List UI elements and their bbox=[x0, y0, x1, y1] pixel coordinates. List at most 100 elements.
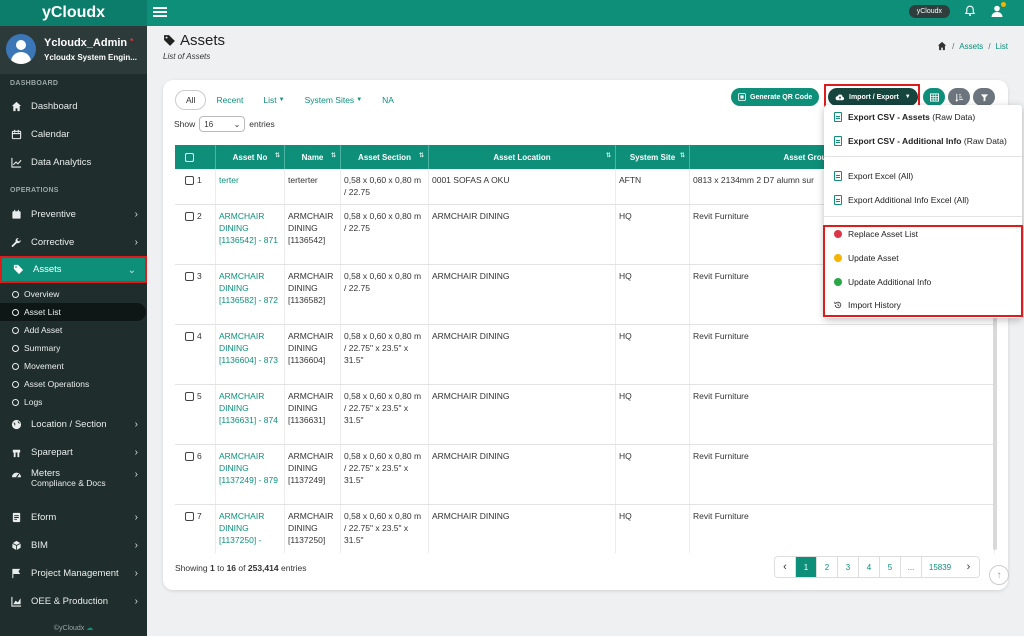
tab-na[interactable]: NA bbox=[372, 90, 404, 110]
menu-divider bbox=[824, 216, 1022, 217]
column-view-button[interactable] bbox=[923, 88, 945, 106]
cell-asset-no[interactable]: ARMCHAIR DINING [1137250] - bbox=[216, 505, 285, 553]
sort-button[interactable] bbox=[948, 88, 970, 106]
breadcrumb-list[interactable]: List bbox=[996, 42, 1008, 51]
sidebar-subitem-overview[interactable]: Overview bbox=[0, 285, 147, 303]
table-row[interactable]: 7 ARMCHAIR DINING [1137250] - ARMCHAIR DIN… bbox=[175, 505, 995, 553]
cell-site: HQ bbox=[616, 385, 690, 444]
row-checkbox[interactable] bbox=[185, 332, 194, 342]
menu-toggle-icon[interactable] bbox=[153, 5, 167, 19]
tab-system-sites[interactable]: System Sites ▼ bbox=[295, 90, 373, 110]
circle-icon bbox=[12, 326, 19, 334]
cell-asset-no[interactable]: ARMCHAIR DINING [1136631] - 874 bbox=[216, 385, 285, 444]
cell-section: 0,58 x 0,60 x 0,80 m / 22.75 bbox=[341, 169, 429, 204]
page-button[interactable]: 5 bbox=[880, 557, 901, 577]
row-select: 5 bbox=[175, 385, 216, 444]
page-length-select[interactable]: 16 ⌄ bbox=[199, 116, 246, 132]
prev-page-button[interactable]: ‹ bbox=[775, 557, 796, 577]
cell-site: HQ bbox=[616, 445, 690, 504]
bell-icon[interactable] bbox=[964, 5, 976, 17]
page-button[interactable]: 15839 bbox=[922, 557, 958, 577]
cell-asset-no[interactable]: ARMCHAIR DINING [1137249] - 879 bbox=[216, 445, 285, 504]
page-button[interactable]: 2 bbox=[817, 557, 838, 577]
cell-asset-no[interactable]: ARMCHAIR DINING [1136604] - 873 bbox=[216, 325, 285, 384]
page-button[interactable]: 4 bbox=[859, 557, 880, 577]
sidebar-item-compliance[interactable]: Compliance & Docs bbox=[0, 478, 147, 492]
cell-name: ARMCHAIR DINING [1136604] bbox=[285, 325, 341, 384]
sidebar-item-assets[interactable]: Assets ⌄ bbox=[0, 256, 147, 283]
calendar-check-icon bbox=[10, 208, 22, 220]
circle-icon bbox=[12, 362, 19, 370]
scroll-top-button[interactable]: ↑ bbox=[989, 565, 1009, 585]
row-index: 4 bbox=[197, 331, 202, 341]
row-checkbox[interactable] bbox=[185, 212, 194, 222]
sidebar-subitem-summary[interactable]: Summary bbox=[0, 339, 147, 357]
filter-button[interactable] bbox=[973, 88, 995, 106]
table-row[interactable]: 6 ARMCHAIR DINING [1137249] - 879 ARMCHAIR… bbox=[175, 445, 995, 505]
sidebar-subitem-asset-list[interactable]: Asset List bbox=[0, 303, 146, 321]
sidebar-item-calendar[interactable]: Calendar bbox=[0, 121, 147, 147]
sidebar-item-sparepart[interactable]: Sparepart › bbox=[0, 439, 147, 465]
user-menu-icon[interactable] bbox=[990, 2, 1006, 18]
select-all-checkbox[interactable] bbox=[175, 145, 216, 169]
table-row[interactable]: 4 ARMCHAIR DINING [1136604] - 873 ARMCHAIR… bbox=[175, 325, 995, 385]
page-title: Assets bbox=[163, 32, 225, 49]
sidebar-subitem-add-asset[interactable]: Add Asset bbox=[0, 321, 147, 339]
menu-export-csv-additional[interactable]: Export CSV - Additional Info (Raw Data) bbox=[834, 131, 1007, 151]
breadcrumb-assets[interactable]: Assets bbox=[959, 42, 983, 51]
cell-location: ARMCHAIR DINING bbox=[429, 205, 616, 264]
home-icon[interactable] bbox=[937, 41, 947, 51]
cell-asset-no[interactable]: ARMCHAIR DINING [1136542] - 871 bbox=[216, 205, 285, 264]
sidebar-item-corrective[interactable]: Corrective › bbox=[0, 229, 147, 255]
sidebar-item-project[interactable]: Project Management › bbox=[0, 560, 147, 586]
sidebar-item-eform[interactable]: Eform › bbox=[0, 504, 147, 530]
tab-recent[interactable]: Recent bbox=[206, 90, 253, 110]
cell-section: 0,58 x 0,60 x 0,80 m / 22.75 bbox=[341, 265, 429, 324]
cell-name: terterter bbox=[285, 169, 341, 204]
cell-name: ARMCHAIR DINING [1137250] bbox=[285, 505, 341, 553]
sidebar-subitem-asset-operations[interactable]: Asset Operations bbox=[0, 375, 147, 393]
next-page-button[interactable]: › bbox=[958, 557, 979, 577]
sidebar-item-analytics[interactable]: Data Analytics bbox=[0, 149, 147, 175]
subitem-label: Summary bbox=[24, 343, 61, 353]
cell-asset-no[interactable]: ARMCHAIR DINING [1136582] - 872 bbox=[216, 265, 285, 324]
cell-asset-no[interactable]: terter bbox=[216, 169, 285, 204]
sidebar-item-location[interactable]: Location / Section › bbox=[0, 411, 147, 437]
row-checkbox[interactable] bbox=[185, 392, 194, 402]
tenant-badge[interactable]: yCloudx bbox=[908, 4, 950, 18]
row-checkbox[interactable] bbox=[185, 512, 194, 522]
menu-export-excel[interactable]: Export Excel (All) bbox=[834, 166, 913, 186]
sidebar-item-oee[interactable]: OEE & Production › bbox=[0, 588, 147, 614]
tab-list[interactable]: List ▼ bbox=[253, 90, 294, 110]
page-button[interactable]: 3 bbox=[838, 557, 859, 577]
sidebar-item-preventive[interactable]: Preventive › bbox=[0, 201, 147, 227]
sidebar-item-bim[interactable]: BIM › bbox=[0, 532, 147, 558]
col-asset-location[interactable]: Asset Location ⇅ bbox=[429, 145, 616, 169]
profile-panel[interactable]: Ycloudx_Admin * Ycloudx System Engin... bbox=[0, 26, 147, 74]
page-button[interactable]: 1 bbox=[796, 557, 817, 577]
tab-all[interactable]: All bbox=[175, 90, 207, 110]
col-name[interactable]: Name ⇅ bbox=[285, 145, 341, 169]
brand-logo[interactable]: yCloudx bbox=[0, 0, 147, 26]
table-row[interactable]: 5 ARMCHAIR DINING [1136631] - 874 ARMCHAIR… bbox=[175, 385, 995, 445]
sidebar-item-label: Compliance & Docs bbox=[31, 478, 106, 488]
generate-qr-button[interactable]: Generate QR Code bbox=[731, 88, 820, 106]
col-asset-section[interactable]: Asset Section ⇅ bbox=[341, 145, 429, 169]
qr-code-icon bbox=[738, 93, 746, 101]
cell-site: HQ bbox=[616, 265, 690, 324]
menu-export-csv-assets[interactable]: Export CSV - Assets (Raw Data) bbox=[834, 107, 975, 127]
row-checkbox[interactable] bbox=[185, 272, 194, 282]
row-checkbox[interactable] bbox=[185, 452, 194, 462]
col-system-site[interactable]: System Site ⇅ bbox=[616, 145, 690, 169]
menu-export-additional-excel[interactable]: Export Additional Info Excel (All) bbox=[834, 190, 969, 210]
sidebar-subitem-movement[interactable]: Movement bbox=[0, 357, 147, 375]
col-asset-no[interactable]: Asset No ⇅ bbox=[216, 145, 285, 169]
chevron-right-icon: › bbox=[134, 596, 138, 607]
row-checkbox[interactable] bbox=[185, 176, 194, 186]
sidebar-item-dashboard[interactable]: Dashboard bbox=[0, 93, 147, 119]
tag-icon bbox=[164, 35, 175, 46]
cloud-icon: ☁ bbox=[86, 625, 94, 632]
home-icon bbox=[10, 100, 22, 112]
sidebar-subitem-logs[interactable]: Logs bbox=[0, 393, 147, 411]
page-ellipsis: ... bbox=[901, 557, 922, 577]
